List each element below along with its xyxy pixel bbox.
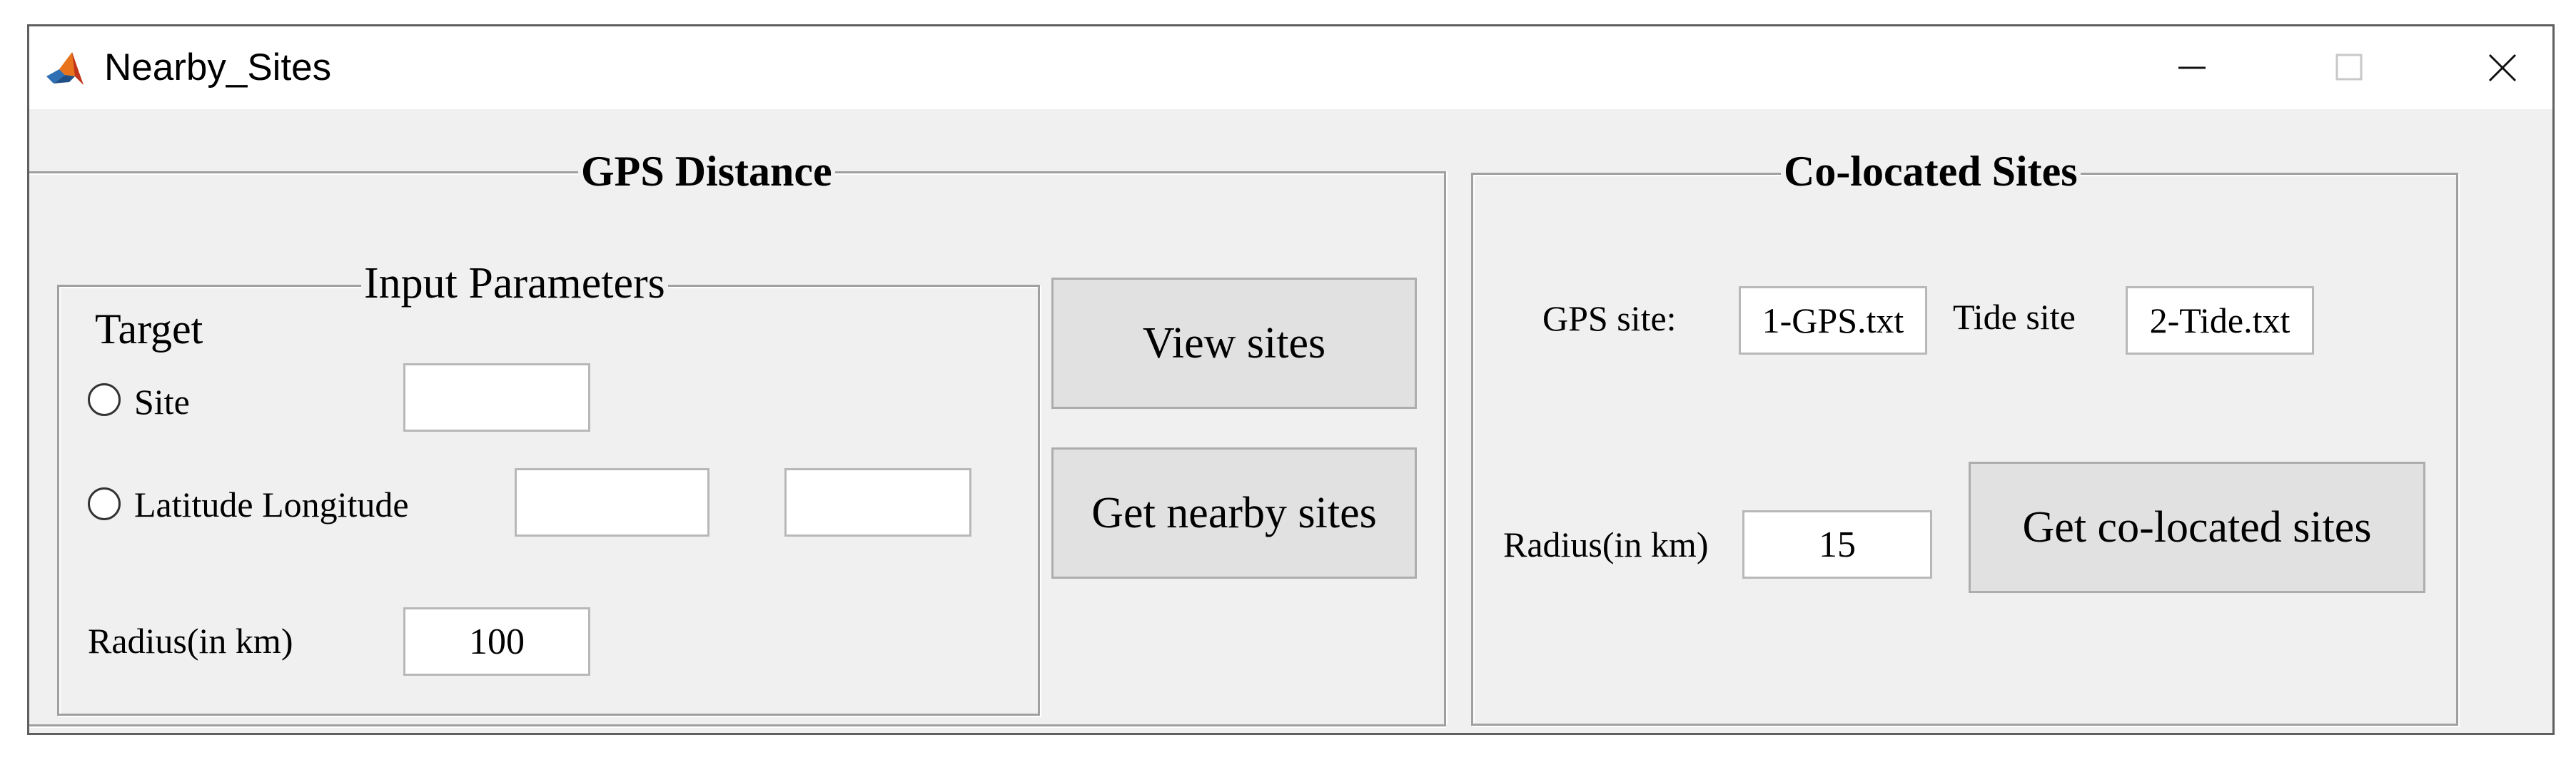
- view-sites-button[interactable]: View sites: [1051, 278, 1417, 409]
- app-window: Nearby_Sites GPS Distance Input Paramete…: [27, 24, 2555, 735]
- window-client-area: GPS Distance Input Parameters Target Sit…: [29, 109, 2552, 733]
- tide-site-label: Tide site: [1953, 297, 2076, 337]
- latitude-input[interactable]: [515, 468, 709, 537]
- gps-distance-panel-bottom-edge: [29, 724, 1446, 728]
- gps-distance-panel-right-edge: [1444, 171, 1448, 724]
- matlab-logo-icon: [44, 48, 86, 91]
- target-label: Target: [95, 305, 203, 353]
- window-title: Nearby_Sites: [104, 46, 332, 88]
- tide-site-input[interactable]: 2-Tide.txt: [2126, 286, 2314, 355]
- co-located-sites-panel: [1471, 173, 2458, 726]
- input-parameters-title: Input Parameters: [361, 258, 668, 308]
- gps-site-input[interactable]: 1-GPS.txt: [1739, 286, 1927, 355]
- close-icon[interactable]: [2456, 39, 2549, 96]
- site-radio-label[interactable]: Site: [134, 384, 190, 420]
- minimize-icon[interactable]: [2146, 39, 2238, 96]
- get-co-located-sites-button[interactable]: Get co-located sites: [1969, 462, 2425, 593]
- latitude-longitude-radio[interactable]: [88, 487, 121, 520]
- site-input[interactable]: [403, 363, 590, 432]
- maximize-icon[interactable]: [2303, 39, 2395, 96]
- latitude-longitude-radio-label[interactable]: Latitude Longitude: [134, 487, 409, 522]
- radius-input[interactable]: 100: [403, 607, 590, 676]
- title-bar[interactable]: Nearby_Sites: [29, 26, 2552, 109]
- longitude-input[interactable]: [784, 468, 971, 537]
- site-radio[interactable]: [88, 383, 121, 416]
- get-nearby-sites-button[interactable]: Get nearby sites: [1051, 447, 1417, 579]
- co-located-sites-title: Co-located Sites: [1781, 146, 2081, 196]
- colocated-radius-input[interactable]: 15: [1742, 510, 1932, 579]
- radius-label: Radius(in km): [88, 621, 293, 661]
- gps-distance-title: GPS Distance: [578, 146, 835, 196]
- gps-site-label: GPS site:: [1542, 298, 1677, 338]
- gps-distance-panel: GPS Distance Input Parameters Target Sit…: [29, 109, 1457, 730]
- colocated-radius-label: Radius(in km): [1503, 525, 1709, 564]
